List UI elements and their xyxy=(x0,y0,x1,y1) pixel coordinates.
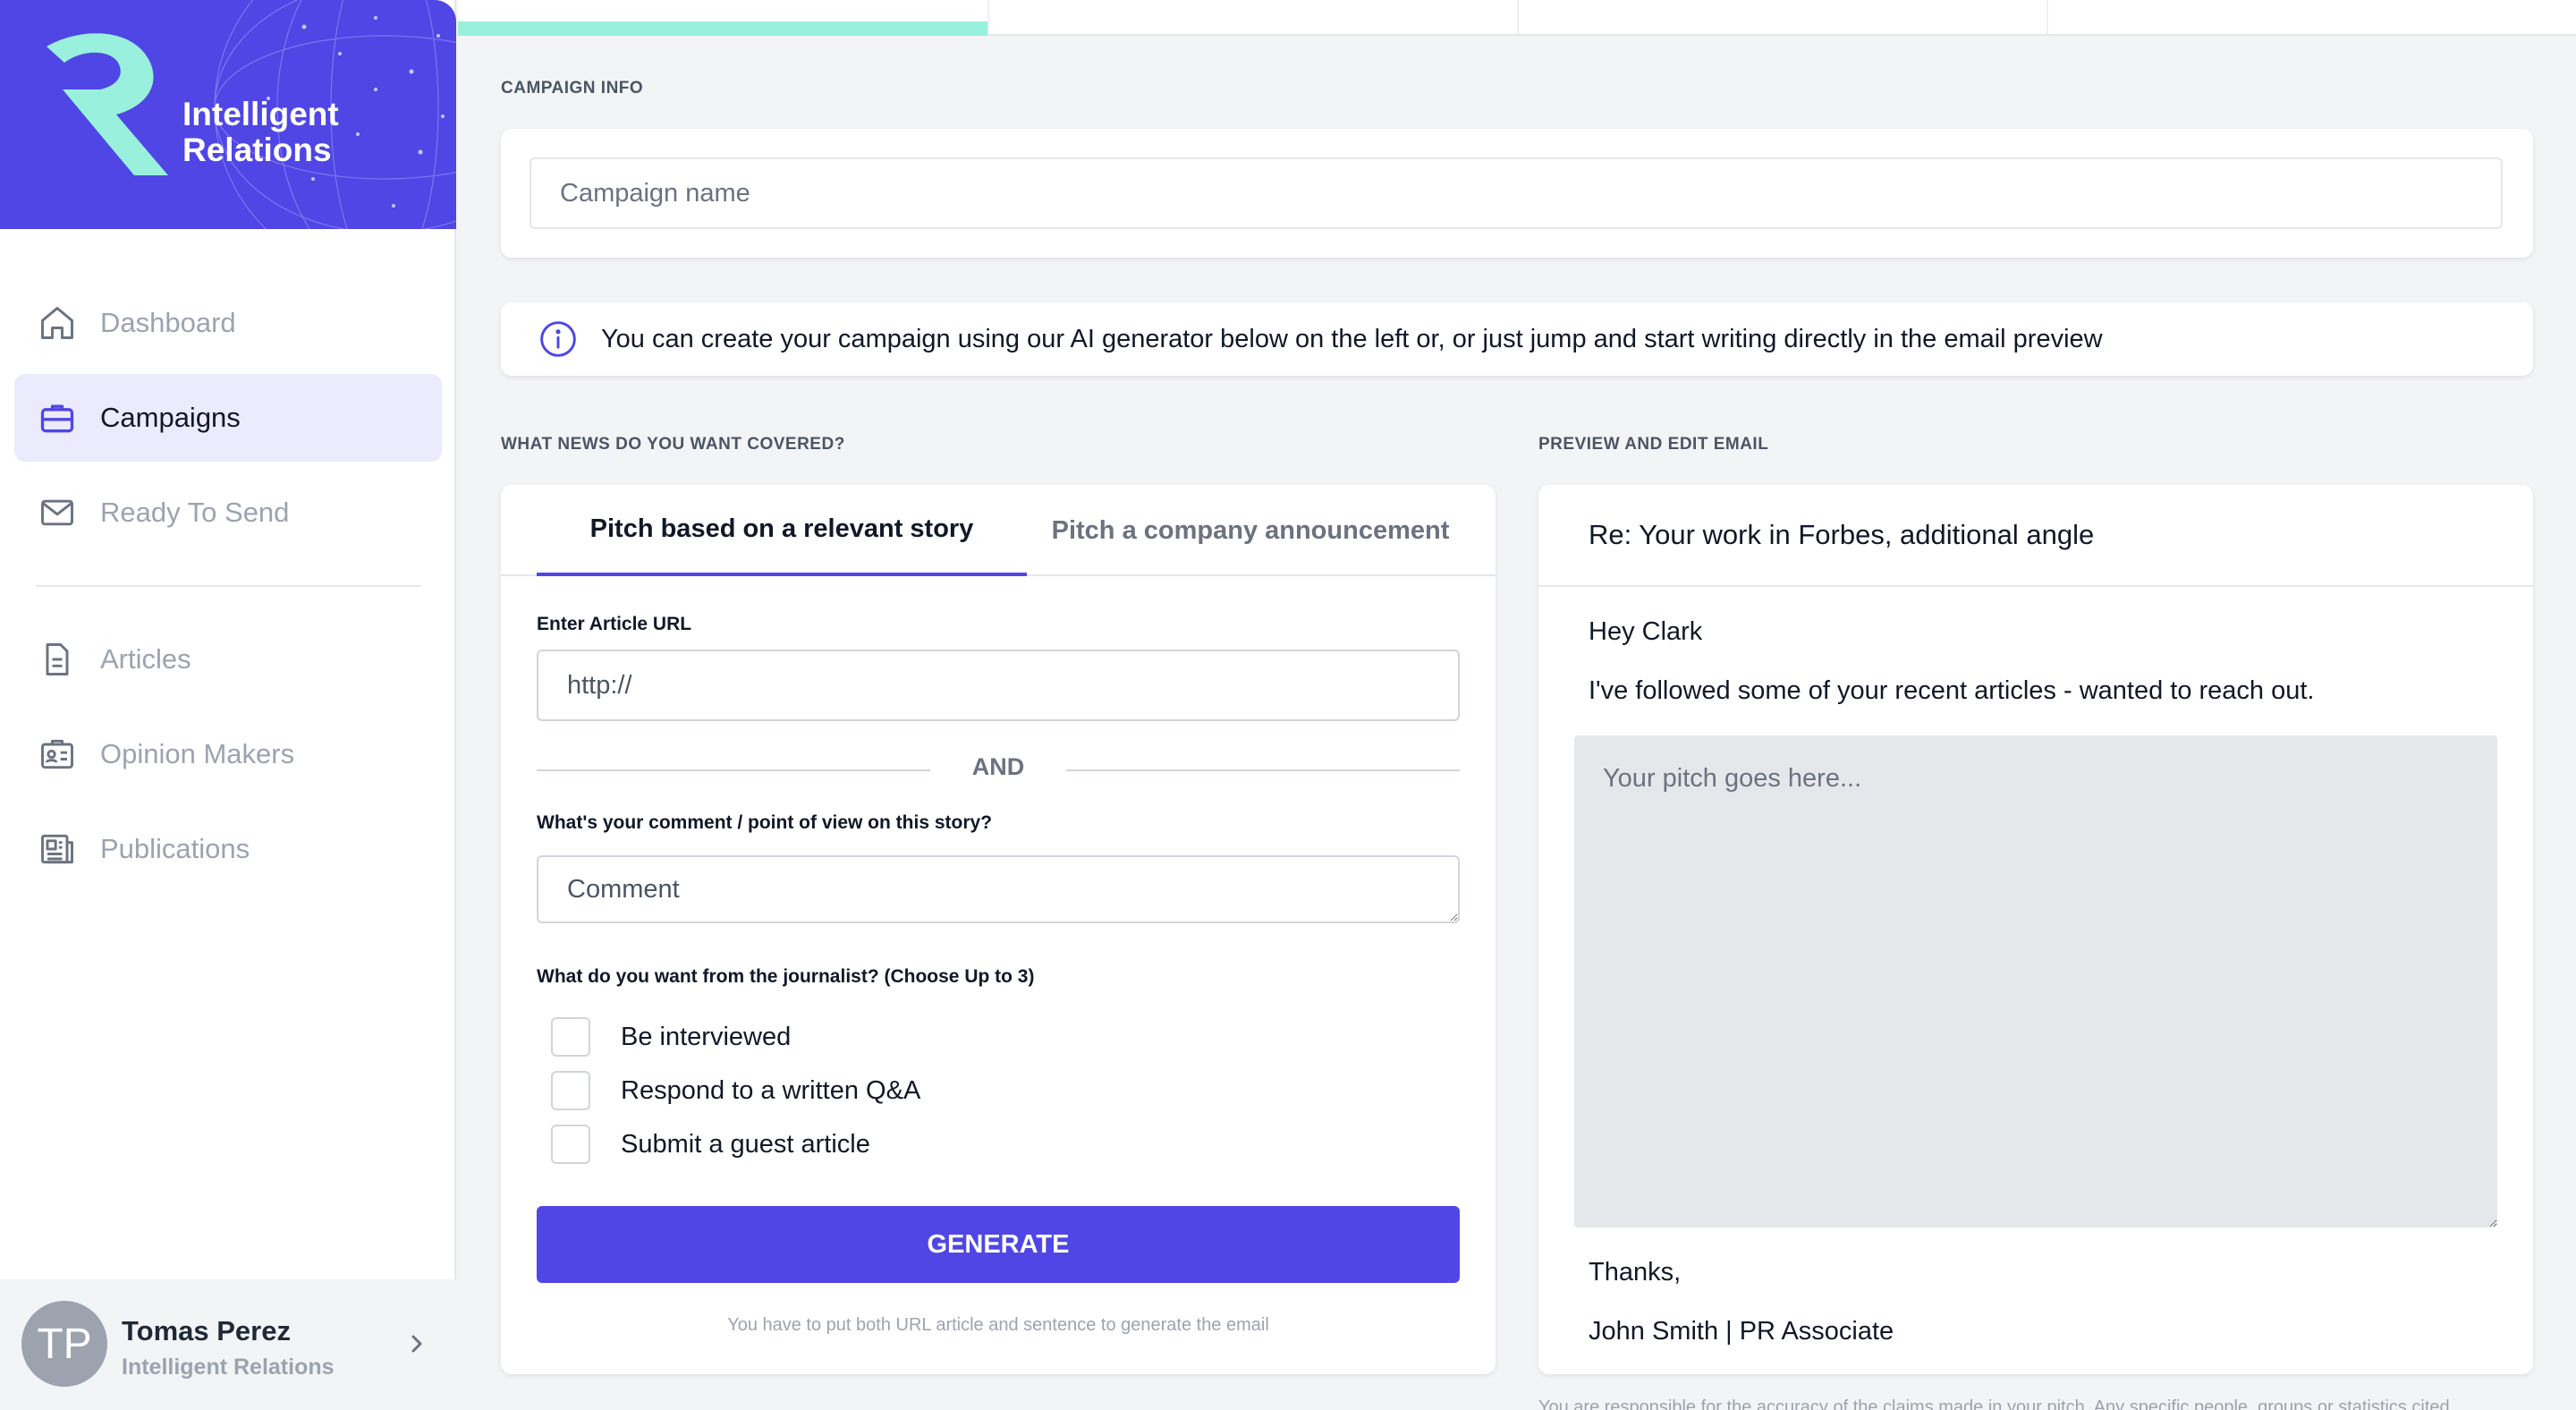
checkbox-label: Be interviewed xyxy=(621,1022,792,1051)
brand-name: Intelligent Relations xyxy=(182,97,339,168)
generator-card: Pitch based on a relevant story Pitch a … xyxy=(501,485,1496,1374)
sidebar-item-label: Campaigns xyxy=(100,402,241,433)
section-label-news: WHAT NEWS DO YOU WANT COVERED? xyxy=(501,435,845,454)
step-progress-bar xyxy=(458,0,2576,36)
brand-name-line1: Intelligent xyxy=(182,96,339,132)
user-name: Tomas Perez xyxy=(122,1315,291,1346)
chevron-right-icon[interactable] xyxy=(406,1329,428,1363)
comment-label: What's your comment / point of view on t… xyxy=(537,812,993,833)
checkbox[interactable] xyxy=(551,1017,590,1057)
journalist-wants-label: What do you want from the journalist? (C… xyxy=(537,966,1035,987)
and-text: AND xyxy=(971,753,1025,780)
comment-input[interactable] xyxy=(537,855,1460,923)
email-signoff[interactable]: Thanks, xyxy=(1589,1258,1681,1287)
checkbox-label: Submit a guest article xyxy=(621,1129,870,1159)
avatar: TP xyxy=(21,1301,107,1387)
and-divider: AND xyxy=(537,752,1460,787)
pitch-textarea[interactable] xyxy=(1574,735,2497,1227)
sidebar-divider xyxy=(36,585,420,587)
email-subject[interactable]: Re: Your work in Forbes, additional angl… xyxy=(1589,519,2094,551)
option-guest-article[interactable]: Submit a guest article xyxy=(551,1124,870,1165)
info-text: You can create your campaign using our A… xyxy=(601,324,2103,353)
pitch-tabs: Pitch based on a relevant story Pitch a … xyxy=(501,485,1496,576)
tab-company-announcement[interactable]: Pitch a company announcement xyxy=(1027,485,1474,576)
mail-icon xyxy=(14,493,100,532)
sidebar-item-publications[interactable]: Publications xyxy=(14,805,442,893)
checkbox[interactable] xyxy=(551,1125,590,1164)
user-organization: Intelligent Relations xyxy=(122,1355,335,1380)
generate-hint: You have to put both URL article and sen… xyxy=(727,1315,1269,1335)
id-card-icon xyxy=(14,735,100,774)
sidebar-item-ready-to-send[interactable]: Ready To Send xyxy=(14,469,442,556)
email-preview-card: Re: Your work in Forbes, additional angl… xyxy=(1538,485,2533,1374)
home-icon xyxy=(14,303,100,343)
brand-header: Intelligent Relations xyxy=(0,0,456,229)
newspaper-icon xyxy=(14,829,100,869)
document-icon xyxy=(14,640,100,679)
article-url-label: Enter Article URL xyxy=(537,614,692,634)
sidebar-item-label: Articles xyxy=(100,643,191,675)
tab-relevant-story[interactable]: Pitch based on a relevant story xyxy=(537,485,1027,576)
section-label-preview: PREVIEW AND EDIT EMAIL xyxy=(1538,435,1769,454)
campaign-info-card xyxy=(501,129,2533,258)
sidebar-item-campaigns[interactable]: Campaigns xyxy=(14,374,442,462)
sidebar-item-label: Dashboard xyxy=(100,307,236,338)
sidebar-item-label: Opinion Makers xyxy=(100,738,295,769)
progress-fill xyxy=(458,21,987,36)
step-divider xyxy=(2046,0,2048,34)
sidebar: Intelligent Relations Dashboard Campaign… xyxy=(0,0,456,1410)
campaign-name-input[interactable] xyxy=(530,157,2503,229)
email-signature[interactable]: John Smith | PR Associate xyxy=(1589,1317,1894,1346)
generate-button[interactable]: GENERATE xyxy=(537,1206,1460,1283)
checkbox[interactable] xyxy=(551,1071,590,1110)
option-be-interviewed[interactable]: Be interviewed xyxy=(551,1016,791,1058)
info-icon xyxy=(538,319,578,359)
divider-line xyxy=(1066,769,1460,771)
email-intro[interactable]: I've followed some of your recent articl… xyxy=(1589,676,2315,706)
article-url-input[interactable] xyxy=(537,650,1460,721)
sidebar-item-dashboard[interactable]: Dashboard xyxy=(14,279,442,367)
option-written-qa[interactable]: Respond to a written Q&A xyxy=(551,1070,920,1111)
disclaimer-text: You are responsible for the accuracy of … xyxy=(1538,1397,2450,1410)
sidebar-item-opinion-makers[interactable]: Opinion Makers xyxy=(14,710,442,798)
step-divider xyxy=(987,0,989,34)
step-divider xyxy=(1517,0,1519,34)
sidebar-item-label: Publications xyxy=(100,833,250,864)
briefcase-icon xyxy=(14,398,100,437)
email-greeting[interactable]: Hey Clark xyxy=(1589,617,1702,647)
section-label-campaign-info: CAMPAIGN INFO xyxy=(501,79,644,98)
subject-divider xyxy=(1538,585,2533,587)
sidebar-item-articles[interactable]: Articles xyxy=(14,616,442,703)
user-profile-card[interactable]: TP Tomas Perez Intelligent Relations xyxy=(0,1279,456,1410)
sidebar-item-label: Ready To Send xyxy=(100,497,290,528)
checkbox-label: Respond to a written Q&A xyxy=(621,1075,921,1105)
info-banner: You can create your campaign using our A… xyxy=(501,302,2533,376)
brand-name-line2: Relations xyxy=(182,132,332,168)
